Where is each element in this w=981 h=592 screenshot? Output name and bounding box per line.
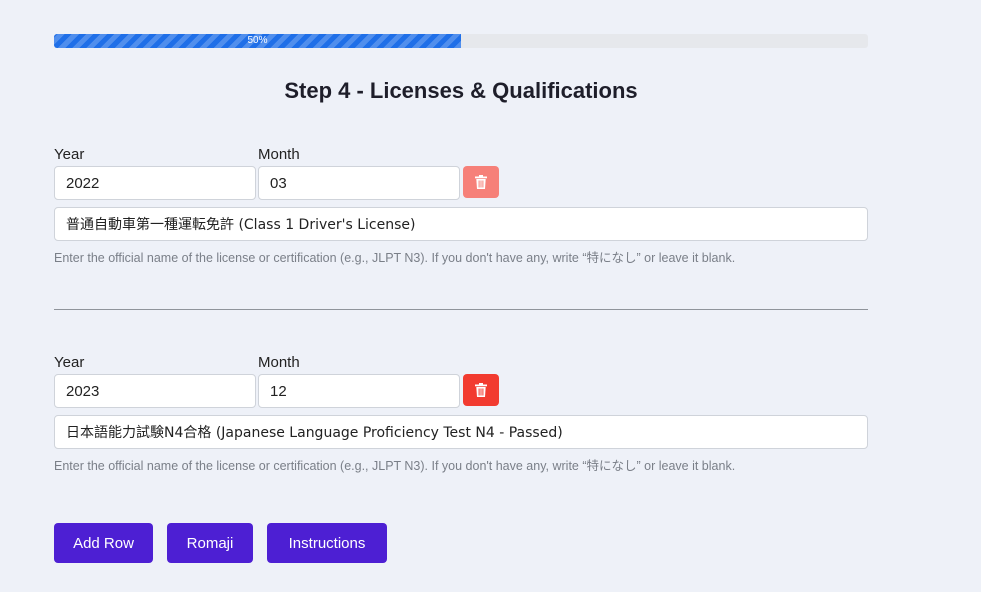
progress-label: 50% xyxy=(247,35,268,46)
page-title: Step 4 - Licenses & Qualifications xyxy=(284,78,638,103)
month-label: Month xyxy=(258,354,300,371)
delete-row-button[interactable] xyxy=(463,166,499,198)
month-label: Month xyxy=(258,146,300,163)
license-entry: Year Month Enter the official name of th… xyxy=(54,146,868,266)
progress-fill: 50% xyxy=(54,34,461,48)
page: 50% Step 4 - Licenses & Qualifications Y… xyxy=(0,0,981,592)
license-hint: Enter the official name of the license o… xyxy=(54,251,736,265)
delete-row-button[interactable] xyxy=(463,374,499,406)
year-label: Year xyxy=(54,354,85,371)
trash-icon xyxy=(475,383,487,397)
license-name-input[interactable] xyxy=(54,415,868,449)
year-input[interactable] xyxy=(54,166,256,200)
add-row-button[interactable]: Add Row xyxy=(54,523,153,563)
license-name-input[interactable] xyxy=(54,207,868,241)
month-input[interactable] xyxy=(258,166,460,200)
entry-divider xyxy=(54,309,868,310)
month-input[interactable] xyxy=(258,374,460,408)
year-label: Year xyxy=(54,146,85,163)
instructions-button[interactable]: Instructions xyxy=(267,523,387,563)
progress-bar: 50% xyxy=(54,34,868,48)
license-entry: Year Month Enter the official name of th… xyxy=(54,354,868,474)
year-input[interactable] xyxy=(54,374,256,408)
trash-icon xyxy=(475,175,487,189)
romaji-button[interactable]: Romaji xyxy=(167,523,253,563)
license-hint: Enter the official name of the license o… xyxy=(54,459,736,473)
